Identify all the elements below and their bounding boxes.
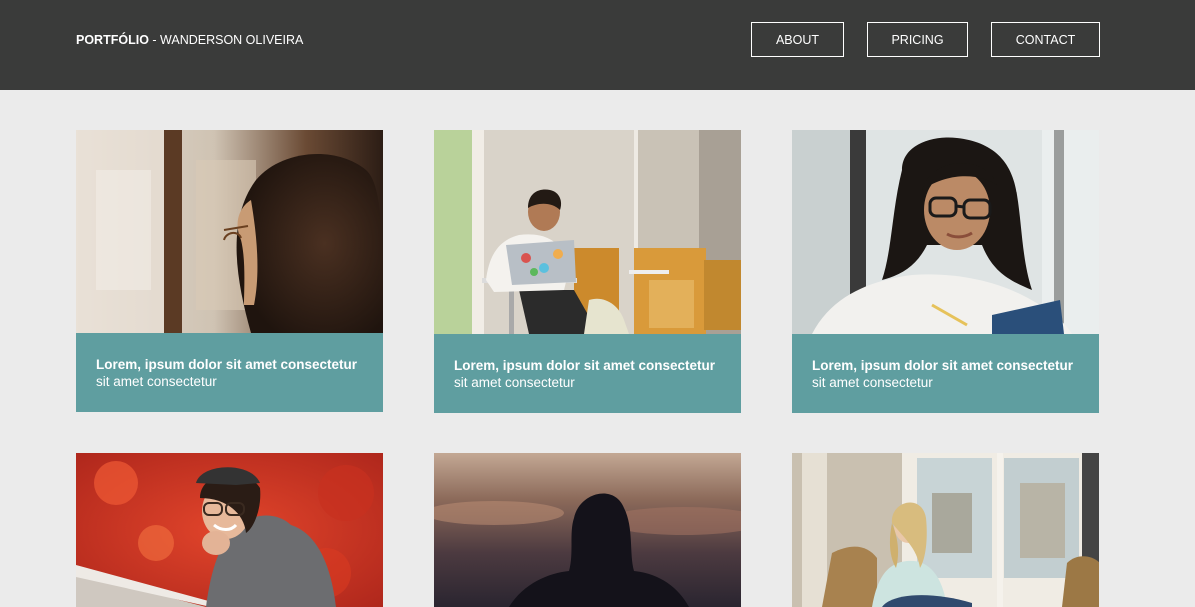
card-caption: Lorem, ipsum dolor sit amet consectetur … [434,334,741,413]
nav-contact-button[interactable]: CONTACT [991,22,1100,57]
card-photo [792,130,1099,334]
brand-bold: PORTFÓLIO [76,33,149,47]
card-title: Lorem, ipsum dolor sit amet consectetur [454,358,716,373]
card-title: Lorem, ipsum dolor sit amet consectetur [96,357,358,372]
nav-pricing-button[interactable]: PRICING [867,22,968,57]
portfolio-card[interactable] [434,453,741,607]
portfolio-card[interactable]: Lorem, ipsum dolor sit amet consectetur … [76,130,383,413]
card-photo [434,130,741,334]
card-caption: Lorem, ipsum dolor sit amet consectetur … [792,334,1099,413]
card-subtitle: sit amet consectetur [96,374,217,389]
portfolio-card[interactable]: Lorem, ipsum dolor sit amet consectetur … [792,130,1099,413]
card-caption: Lorem, ipsum dolor sit amet consectetur … [76,333,383,412]
card-photo [76,453,383,607]
top-navbar: PORTFÓLIO - WANDERSON OLIVEIRA ABOUT PRI… [0,0,1195,90]
card-title: Lorem, ipsum dolor sit amet consectetur [812,358,1074,373]
card-photo [792,453,1099,607]
portfolio-card[interactable] [76,453,383,607]
card-subtitle: sit amet consectetur [454,375,575,390]
card-subtitle: sit amet consectetur [812,375,933,390]
card-photo [434,453,741,607]
nav-about-button[interactable]: ABOUT [751,22,844,57]
brand-name: - WANDERSON OLIVEIRA [148,33,304,47]
portfolio-card[interactable] [792,453,1099,607]
portfolio-card[interactable]: Lorem, ipsum dolor sit amet consectetur … [434,130,741,413]
brand-logo[interactable]: PORTFÓLIO - WANDERSON OLIVEIRA [76,33,303,47]
card-photo [76,130,383,333]
